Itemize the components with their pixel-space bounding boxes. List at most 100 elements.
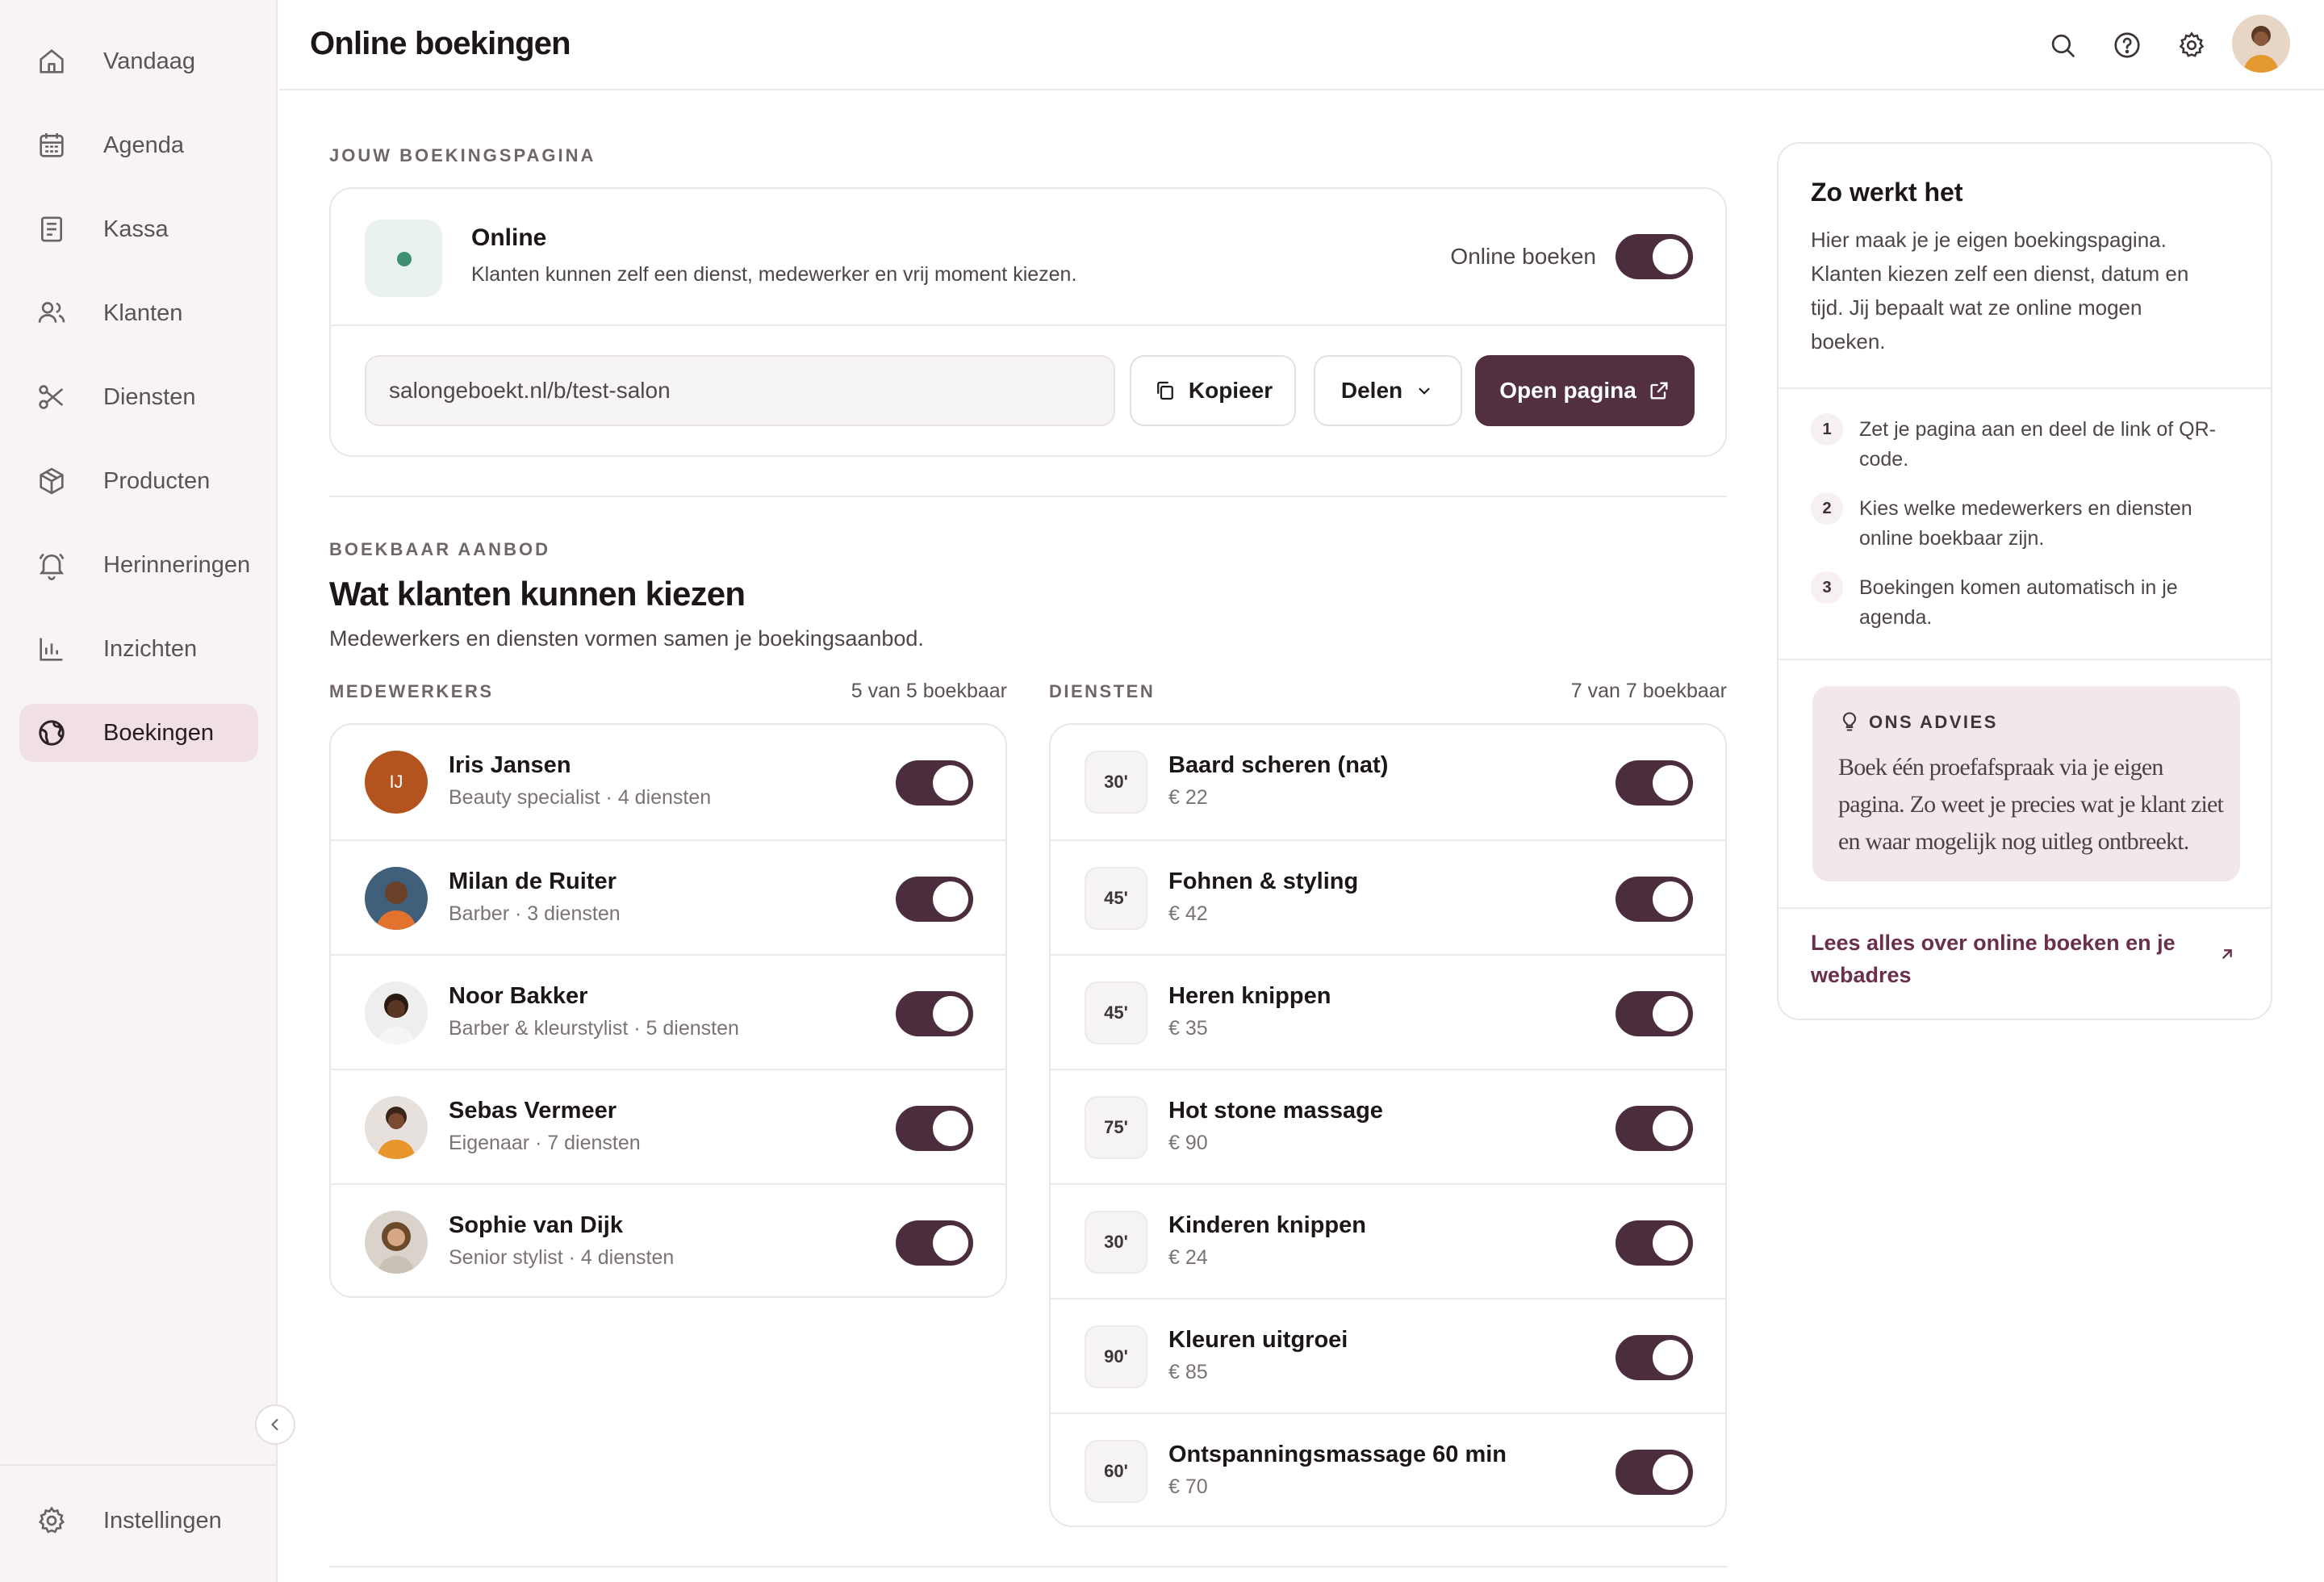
- booking-url-field[interactable]: salongeboekt.nl/b/test-salon: [365, 355, 1115, 426]
- staff-role: Senior stylist · 4 diensten: [449, 1246, 675, 1269]
- staff-name: Sebas Vermeer: [449, 1098, 617, 1124]
- staff-row: Milan de Ruiter Barber · 3 diensten: [331, 839, 1005, 954]
- chevron-left-icon: [265, 1415, 285, 1434]
- sidebar-item-klanten[interactable]: Klanten: [19, 284, 258, 342]
- sidebar-item-herinneringen[interactable]: Herinneringen: [19, 536, 258, 594]
- box-icon: [36, 465, 68, 497]
- sidebar-item-label: Klanten: [103, 299, 183, 326]
- toggle-knob: [933, 881, 968, 917]
- service-price: € 24: [1168, 1246, 1208, 1269]
- sidebar-item-diensten[interactable]: Diensten: [19, 368, 258, 426]
- toggle-knob: [1653, 1225, 1688, 1261]
- offer-kicker: BOEKBAAR AANBOD: [329, 539, 550, 559]
- status-tile: [365, 220, 442, 297]
- service-row: 30' Kinderen knippen € 24: [1051, 1183, 1725, 1298]
- share-dropdown-button[interactable]: Delen: [1314, 355, 1462, 426]
- sidebar-item-boekingen[interactable]: Boekingen: [19, 704, 258, 762]
- card-divider: [331, 324, 1725, 326]
- sidebar-item-label: Boekingen: [103, 719, 215, 746]
- service-price: € 85: [1168, 1361, 1208, 1383]
- toggle-knob: [1653, 996, 1688, 1032]
- copy-button-label: Kopieer: [1188, 378, 1273, 403]
- calendar-icon: [36, 129, 68, 161]
- service-bookable-toggle[interactable]: [1616, 1220, 1693, 1266]
- staff-bookable-toggle[interactable]: [896, 1106, 973, 1151]
- service-name: Ontspanningsmassage 60 min: [1168, 1442, 1507, 1467]
- sidebar-item-agenda[interactable]: Agenda: [19, 116, 258, 174]
- toggle-knob: [933, 1225, 968, 1261]
- bell-icon: [36, 549, 68, 581]
- staff-bookable-toggle[interactable]: [896, 1220, 973, 1266]
- service-bookable-toggle[interactable]: [1616, 1106, 1693, 1151]
- open-page-button[interactable]: Open pagina: [1475, 355, 1695, 426]
- card-divider: [1779, 387, 2271, 389]
- scissors-icon: [36, 381, 68, 413]
- copy-button[interactable]: Kopieer: [1130, 355, 1296, 426]
- toggle-knob: [1653, 1111, 1688, 1146]
- sidebar-divider: [0, 1464, 276, 1466]
- sidebar-item-instellingen[interactable]: Instellingen: [19, 1492, 258, 1550]
- staff-bookable-toggle[interactable]: [896, 991, 973, 1036]
- service-price: € 22: [1168, 786, 1208, 809]
- open-page-label: Open pagina: [1499, 378, 1636, 403]
- service-bookable-toggle[interactable]: [1616, 991, 1693, 1036]
- service-duration: 75': [1085, 1096, 1147, 1159]
- staff-avatar: [365, 1096, 428, 1159]
- step-number: 3: [1811, 571, 1843, 604]
- step-text: Boekingen komen automatisch in je agenda…: [1859, 576, 2178, 629]
- staff-avatar: IJ: [365, 751, 428, 814]
- staff-name: Iris Jansen: [449, 752, 571, 778]
- sidebar-item-vandaag[interactable]: Vandaag: [19, 32, 258, 90]
- globe-icon: [36, 717, 68, 749]
- arrow-up-right-icon: [2216, 943, 2238, 965]
- step-text: Zet je pagina aan en deel de link of QR-…: [1859, 418, 2216, 471]
- service-row: 45' Heren knippen € 35: [1051, 954, 1725, 1069]
- status-title: Online: [471, 224, 547, 251]
- staff-role: Barber & kleurstylist · 5 diensten: [449, 1017, 739, 1040]
- staff-bookable-toggle[interactable]: [896, 760, 973, 806]
- service-row: 30' Baard scheren (nat) € 22: [1051, 725, 1725, 839]
- receipt-icon: [36, 213, 68, 245]
- sidebar-item-inzichten[interactable]: Inzichten: [19, 620, 258, 678]
- service-row: 90' Kleuren uitgroei € 85: [1051, 1298, 1725, 1412]
- service-name: Baard scheren (nat): [1168, 752, 1389, 778]
- service-bookable-toggle[interactable]: [1616, 760, 1693, 806]
- how-it-works-card: Zo werkt het Hier maak je je eigen boeki…: [1777, 142, 2272, 1020]
- toggle-knob: [1653, 765, 1688, 801]
- service-row: 75' Hot stone massage € 90: [1051, 1069, 1725, 1183]
- staff-row: Noor Bakker Barber & kleurstylist · 5 di…: [331, 954, 1005, 1069]
- sidebar-item-producten[interactable]: Producten: [19, 452, 258, 510]
- settings-gear-icon[interactable]: [2174, 27, 2209, 63]
- offer-description: Medewerkers en diensten vormen samen je …: [329, 626, 924, 651]
- sidebar-item-kassa[interactable]: Kassa: [19, 200, 258, 258]
- service-bookable-toggle[interactable]: [1616, 1450, 1693, 1495]
- section-divider: [329, 496, 1727, 497]
- external-link-icon: [1648, 379, 1670, 402]
- collapse-sidebar-button[interactable]: [255, 1404, 295, 1445]
- service-bookable-toggle[interactable]: [1616, 877, 1693, 922]
- how-it-works-text: Hier maak je je eigen boekingspagina. Kl…: [1811, 228, 2189, 354]
- gear-icon: [36, 1505, 68, 1537]
- online-booking-label: Online boeken: [1450, 244, 1596, 269]
- services-list: 30' Baard scheren (nat) € 22 45' Fohnen …: [1049, 723, 1727, 1527]
- how-it-works-title: Zo werkt het: [1811, 178, 1963, 207]
- toggle-knob: [933, 996, 968, 1032]
- sidebar-item-label: Kassa: [103, 216, 169, 242]
- status-dot: [397, 252, 412, 266]
- user-avatar[interactable]: [2232, 15, 2290, 73]
- staff-name: Noor Bakker: [449, 983, 588, 1009]
- service-duration: 30': [1085, 1211, 1147, 1274]
- help-icon[interactable]: [2109, 27, 2145, 63]
- toggle-knob: [933, 1111, 968, 1146]
- staff-list: IJ Iris Jansen Beauty specialist · 4 die…: [329, 723, 1007, 1298]
- staff-bookable-toggle[interactable]: [896, 877, 973, 922]
- service-bookable-toggle[interactable]: [1616, 1335, 1693, 1380]
- search-icon[interactable]: [2045, 27, 2080, 63]
- online-booking-toggle[interactable]: [1616, 234, 1693, 279]
- learn-more-link[interactable]: Lees alles over online boeken en je weba…: [1811, 927, 2182, 991]
- sidebar-item-label: Inzichten: [103, 635, 198, 662]
- service-name: Hot stone massage: [1168, 1098, 1383, 1124]
- page-title: Online boekingen: [310, 26, 571, 61]
- card-divider: [1779, 907, 2271, 909]
- service-price: € 90: [1168, 1132, 1208, 1154]
